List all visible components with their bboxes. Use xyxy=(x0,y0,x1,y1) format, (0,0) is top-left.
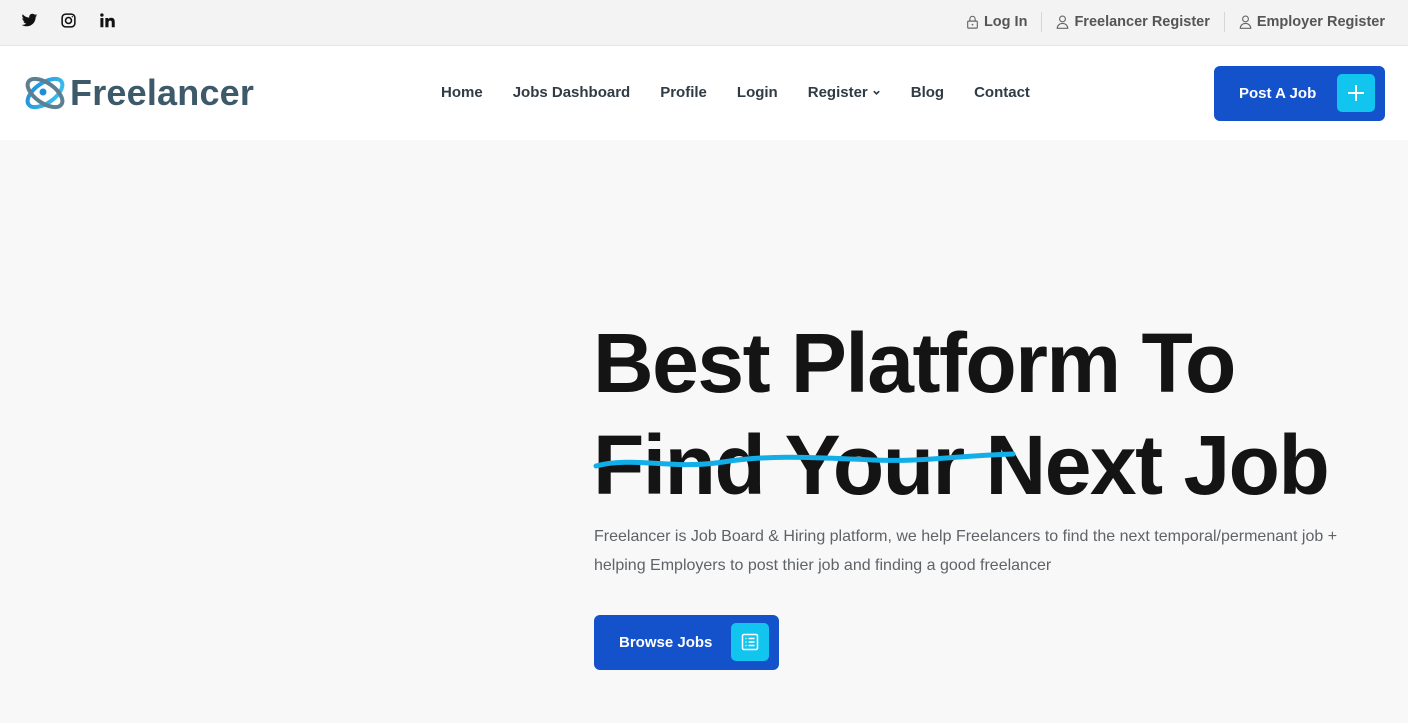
employer-register-link[interactable]: Employer Register xyxy=(1223,12,1385,32)
nav-contact[interactable]: Contact xyxy=(974,84,1030,101)
logo-orbit-icon xyxy=(25,76,65,110)
social-links xyxy=(21,12,116,29)
user-icon xyxy=(1239,15,1252,29)
post-job-button[interactable]: Post A Job xyxy=(1214,66,1385,121)
employer-register-label: Employer Register xyxy=(1256,14,1385,30)
user-icon xyxy=(1057,15,1069,29)
list-icon-box xyxy=(731,623,769,661)
plus-icon-box xyxy=(1337,74,1375,112)
linkedin-icon[interactable] xyxy=(99,12,116,29)
lock-icon xyxy=(967,15,978,29)
nav-register[interactable]: Register xyxy=(808,84,881,101)
hero-title-line-1: Best Platform To xyxy=(593,316,1236,410)
highlight-swoosh xyxy=(593,451,1016,469)
post-job-label: Post A Job xyxy=(1239,85,1317,102)
main-header: Freelancer Home Jobs Dashboard Profile L… xyxy=(0,46,1408,140)
freelancer-register-label: Freelancer Register xyxy=(1074,14,1210,30)
login-link-label: Log In xyxy=(983,14,1028,30)
nav-home[interactable]: Home xyxy=(441,84,483,101)
instagram-icon[interactable] xyxy=(60,12,77,29)
plus-icon xyxy=(1348,85,1364,101)
hero-title: Best Platform To Find Your Next Job xyxy=(593,312,1330,516)
account-links: Log In Freelancer Register Employer Regi… xyxy=(952,12,1385,32)
list-icon xyxy=(741,633,759,651)
logo-text: Freelancer xyxy=(70,72,255,113)
twitter-icon[interactable] xyxy=(21,12,38,29)
nav-jobs-dashboard[interactable]: Jobs Dashboard xyxy=(513,84,631,101)
hero-description: Freelancer is Job Board & Hiring platfor… xyxy=(594,528,1338,574)
browse-jobs-label: Browse Jobs xyxy=(619,634,713,651)
freelancer-register-link[interactable]: Freelancer Register xyxy=(1041,12,1223,32)
nav-blog[interactable]: Blog xyxy=(911,84,944,101)
main-nav: Home Jobs Dashboard Profile Login Regist… xyxy=(441,84,1030,101)
nav-profile[interactable]: Profile xyxy=(660,84,707,101)
site-logo[interactable]: Freelancer xyxy=(22,70,254,116)
top-bar: Log In Freelancer Register Employer Regi… xyxy=(0,0,1408,46)
chevron-down-icon xyxy=(872,90,880,95)
login-link[interactable]: Log In xyxy=(952,12,1042,32)
nav-login[interactable]: Login xyxy=(737,84,778,101)
browse-jobs-button[interactable]: Browse Jobs xyxy=(594,615,779,670)
nav-register-label: Register xyxy=(807,84,868,101)
